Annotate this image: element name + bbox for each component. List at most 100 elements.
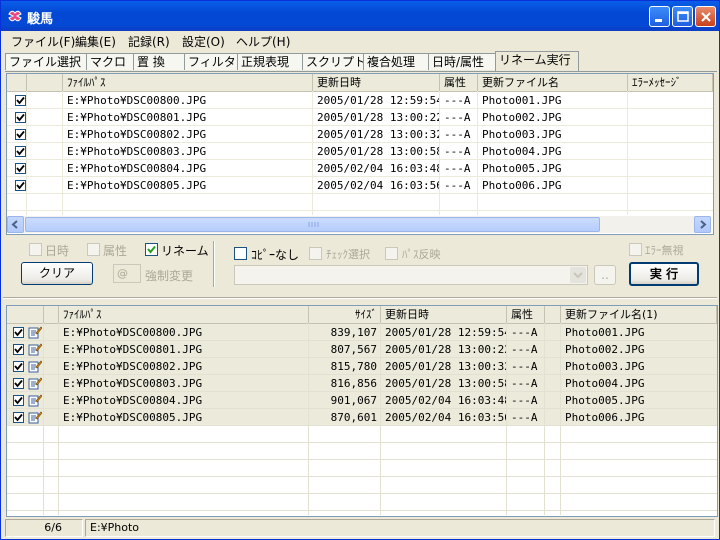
path-reflect-label: ﾊﾟｽ反映 <box>402 248 441 261</box>
row-checkbox[interactable] <box>15 112 26 123</box>
table-row[interactable]: E:¥Photo¥DSC00800.JPG 2005/01/28 12:59:54… <box>7 92 713 109</box>
ignore-error-checkbox[interactable] <box>629 243 642 256</box>
grid-line <box>7 510 717 511</box>
row-checkbox[interactable] <box>15 129 26 140</box>
table-row[interactable]: E:¥Photo¥DSC00805.JPG 2005/02/04 16:03:56… <box>7 177 713 194</box>
tab-file-select[interactable]: ファイル選択 <box>5 53 87 70</box>
tab-macro[interactable]: マクロ <box>86 53 134 70</box>
preview-list[interactable]: ﾌｧｲﾙﾊﾟｽ 更新日時 属性 更新ファイル名 ｴﾗｰﾒｯｾｰｼﾞ E:¥Pho… <box>6 73 714 235</box>
table-row[interactable]: E:¥Photo¥DSC00802.JPG 815,780 2005/01/28 1… <box>7 358 717 375</box>
preview-hscroll[interactable] <box>7 216 711 233</box>
table-row[interactable]: E:¥Photo¥DSC00800.JPG 839,107 2005/01/28 1… <box>7 324 717 341</box>
cell-updated-date: 2005/01/28 13:00:58 <box>317 145 440 158</box>
cell-size: 816,856 <box>330 377 377 390</box>
menu-edit[interactable]: 編集(E) <box>75 33 116 50</box>
menu-record[interactable]: 記録(R) <box>128 33 170 50</box>
row-checkbox[interactable] <box>13 327 24 338</box>
datetime-checkbox[interactable] <box>29 243 42 256</box>
header-new-filename[interactable]: 更新ファイル名(1) <box>561 306 717 323</box>
tab-replace[interactable]: 置 換 <box>133 53 185 70</box>
attribute-checkbox[interactable] <box>87 243 100 256</box>
cell-size: 901,067 <box>330 394 377 407</box>
cell-error-message <box>628 177 713 194</box>
row-checkbox[interactable] <box>13 412 24 423</box>
cell-updated-date: 2005/02/04 16:03:56 <box>385 411 507 424</box>
tab-filter[interactable]: フィルタ <box>184 53 238 70</box>
grid-line <box>439 91 440 215</box>
edit-note-icon <box>28 325 43 339</box>
grid-line <box>7 408 717 409</box>
header-blank[interactable] <box>44 306 59 323</box>
row-checkbox[interactable] <box>15 146 26 157</box>
header-attribute[interactable]: 属性 <box>440 74 478 91</box>
grid-line <box>7 374 717 375</box>
row-checkbox[interactable] <box>13 395 24 406</box>
rename-checkbox[interactable] <box>145 243 158 256</box>
header-updated-date[interactable]: 更新日時 <box>313 74 440 91</box>
tab-compound[interactable]: 複合処理 <box>363 53 429 70</box>
cell-size: 815,780 <box>330 360 377 373</box>
run-button[interactable]: 実 行 <box>629 262 699 286</box>
cell-updated-date: 2005/01/28 12:59:54 <box>317 94 440 107</box>
table-row[interactable]: E:¥Photo¥DSC00804.JPG 2005/02/04 16:03:48… <box>7 160 713 177</box>
clear-button[interactable]: クリア <box>21 262 93 285</box>
minimize-button[interactable] <box>649 6 670 27</box>
cell-attribute: ---A <box>511 343 538 356</box>
table-row[interactable]: E:¥Photo¥DSC00801.JPG 2005/01/28 13:00:22… <box>7 109 713 126</box>
browse-button[interactable]: .. <box>594 265 616 285</box>
row-checkbox[interactable] <box>13 378 24 389</box>
cell-error-message <box>628 160 713 177</box>
table-row[interactable]: E:¥Photo¥DSC00801.JPG 807,567 2005/01/28 1… <box>7 341 717 358</box>
menu-settings[interactable]: 設定(O) <box>182 33 225 50</box>
grid-line <box>58 323 59 515</box>
table-row[interactable]: E:¥Photo¥DSC00802.JPG 2005/01/28 13:00:32… <box>7 126 713 143</box>
tab-script[interactable]: スクリプト <box>302 53 366 70</box>
cell-attribute: ---A <box>444 128 471 141</box>
row-checkbox[interactable] <box>15 95 26 106</box>
header-new-filename[interactable]: 更新ファイル名 <box>478 74 628 91</box>
check-select-checkbox[interactable] <box>309 247 322 260</box>
path-reflect-checkbox[interactable] <box>385 247 398 260</box>
tab-datetime-attr[interactable]: 日時/属性 <box>428 53 498 70</box>
cell-file-path: E:¥Photo¥DSC00804.JPG <box>67 162 207 175</box>
title-bar[interactable]: 駿馬 <box>1 1 719 31</box>
close-button[interactable] <box>695 6 716 27</box>
table-row[interactable]: E:¥Photo¥DSC00805.JPG 870,601 2005/02/04 1… <box>7 409 717 426</box>
row-checkbox[interactable] <box>15 163 26 174</box>
tab-regex[interactable]: 正規表現 <box>237 53 303 70</box>
datetime-label: 日時 <box>45 244 70 258</box>
rename-label: リネーム <box>161 244 209 258</box>
force-prefix-field[interactable]: @ <box>113 264 141 283</box>
header-file-path[interactable]: ﾌｧｲﾙﾊﾟｽ <box>63 74 313 91</box>
header-blank-2[interactable] <box>545 306 561 323</box>
menu-help[interactable]: ヘルプ(H) <box>236 33 290 50</box>
row-checkbox[interactable] <box>13 344 24 355</box>
menu-file[interactable]: ファイル(F) <box>11 33 75 50</box>
table-row[interactable]: E:¥Photo¥DSC00804.JPG 901,067 2005/02/04 1… <box>7 392 717 409</box>
copy-none-checkbox[interactable] <box>234 247 247 260</box>
header-file-path[interactable]: ﾌｧｲﾙﾊﾟｽ <box>59 306 309 323</box>
header-error-message[interactable]: ｴﾗｰﾒｯｾｰｼﾞ <box>628 74 713 91</box>
scroll-thumb[interactable] <box>25 217 600 232</box>
row-checkbox[interactable] <box>13 361 24 372</box>
header-attribute[interactable]: 属性 <box>507 306 545 323</box>
path-combobox[interactable] <box>234 265 588 285</box>
table-row[interactable]: E:¥Photo¥DSC00803.JPG 2005/01/28 13:00:58… <box>7 143 713 160</box>
scroll-left-button[interactable] <box>7 216 24 233</box>
result-list[interactable]: ﾌｧｲﾙﾊﾟｽ ｻｲｽﾞ 更新日時 属性 更新ファイル名(1) E:¥Photo… <box>6 305 718 517</box>
header-updated-date[interactable]: 更新日時 <box>381 306 507 323</box>
grid-line <box>7 459 717 460</box>
header-check[interactable] <box>7 74 27 91</box>
row-checkbox[interactable] <box>15 180 26 191</box>
tab-rename-exec[interactable]: リネーム実行 <box>495 51 579 71</box>
result-list-header: ﾌｧｲﾙﾊﾟｽ ｻｲｽﾞ 更新日時 属性 更新ファイル名(1) <box>7 306 717 324</box>
header-check[interactable] <box>7 306 44 323</box>
copy-none-label: ｺﾋﾟｰなし <box>251 248 300 262</box>
header-blank[interactable] <box>27 74 63 91</box>
combobox-dropdown-button[interactable] <box>570 267 586 283</box>
maximize-button[interactable] <box>672 6 693 27</box>
scroll-right-button[interactable] <box>694 216 711 233</box>
table-row[interactable]: E:¥Photo¥DSC00803.JPG 816,856 2005/01/28 1… <box>7 375 717 392</box>
checkmark-icon <box>16 130 25 139</box>
header-size[interactable]: ｻｲｽﾞ <box>309 306 381 323</box>
